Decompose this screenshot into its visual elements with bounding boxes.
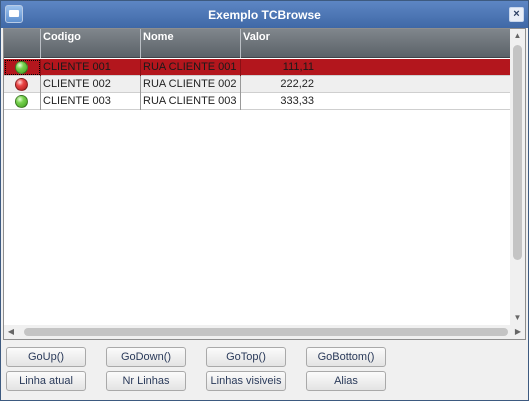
column-header-valor[interactable]: Valor	[241, 29, 510, 58]
valor-cell: 333,33	[280, 95, 314, 107]
grid-rows: CLIENTE 001 RUA CLIENTE 001 111,11 CLIEN…	[4, 59, 510, 110]
column-header-nome[interactable]: Nome	[141, 29, 241, 58]
window-title: Exemplo TCBrowse	[208, 8, 321, 22]
nome-cell: RUA CLIENTE 001	[141, 59, 241, 76]
status-green-icon	[15, 95, 28, 108]
go-top-button[interactable]: GoTop()	[206, 347, 286, 367]
codigo-cell: CLIENTE 003	[41, 93, 141, 110]
scroll-left-icon[interactable]: ◀	[4, 325, 18, 339]
horizontal-scroll-thumb[interactable]	[24, 328, 508, 336]
vertical-scrollbar[interactable]: ▲ ▼	[510, 29, 525, 325]
scroll-down-icon[interactable]: ▼	[510, 311, 525, 325]
table-row[interactable]: CLIENTE 002 RUA CLIENTE 002 222,22	[4, 76, 510, 93]
status-red-icon	[15, 78, 28, 91]
status-cell	[4, 59, 41, 76]
codigo-cell: CLIENTE 001	[41, 59, 141, 76]
linhas-visiveis-button[interactable]: Linhas visiveis	[206, 371, 286, 391]
status-cell	[4, 93, 41, 110]
dialog-window: Exemplo TCBrowse × Codigo Nome Valor CLI…	[0, 0, 529, 401]
column-header-status[interactable]	[4, 29, 41, 58]
go-up-button[interactable]: GoUp()	[6, 347, 86, 367]
vertical-scroll-thumb[interactable]	[513, 45, 522, 260]
alias-button[interactable]: Alias	[306, 371, 386, 391]
horizontal-scrollbar[interactable]: ◀ ▶	[4, 325, 525, 339]
nome-cell: RUA CLIENTE 002	[141, 76, 241, 93]
column-header-codigo[interactable]: Codigo	[41, 29, 141, 58]
valor-cell: 222,22	[280, 78, 314, 90]
close-button[interactable]: ×	[509, 7, 524, 22]
status-cell	[4, 76, 41, 93]
title-bar[interactable]: Exemplo TCBrowse ×	[1, 1, 528, 28]
linha-atual-button[interactable]: Linha atual	[6, 371, 86, 391]
status-green-icon	[15, 61, 28, 74]
go-down-button[interactable]: GoDown()	[106, 347, 186, 367]
browse-grid[interactable]: Codigo Nome Valor CLIENTE 001 RUA CLIENT…	[3, 28, 526, 340]
valor-cell: 111,11	[282, 61, 314, 73]
scroll-up-icon[interactable]: ▲	[510, 29, 525, 43]
go-bottom-button[interactable]: GoBottom()	[306, 347, 386, 367]
grid-header: Codigo Nome Valor	[4, 29, 510, 58]
nome-cell: RUA CLIENTE 003	[141, 93, 241, 110]
nr-linhas-button[interactable]: Nr Linhas	[106, 371, 186, 391]
scroll-right-icon[interactable]: ▶	[511, 325, 525, 339]
table-row[interactable]: CLIENTE 003 RUA CLIENTE 003 333,33	[4, 93, 510, 110]
table-row[interactable]: CLIENTE 001 RUA CLIENTE 001 111,11	[4, 59, 510, 76]
codigo-cell: CLIENTE 002	[41, 76, 141, 93]
